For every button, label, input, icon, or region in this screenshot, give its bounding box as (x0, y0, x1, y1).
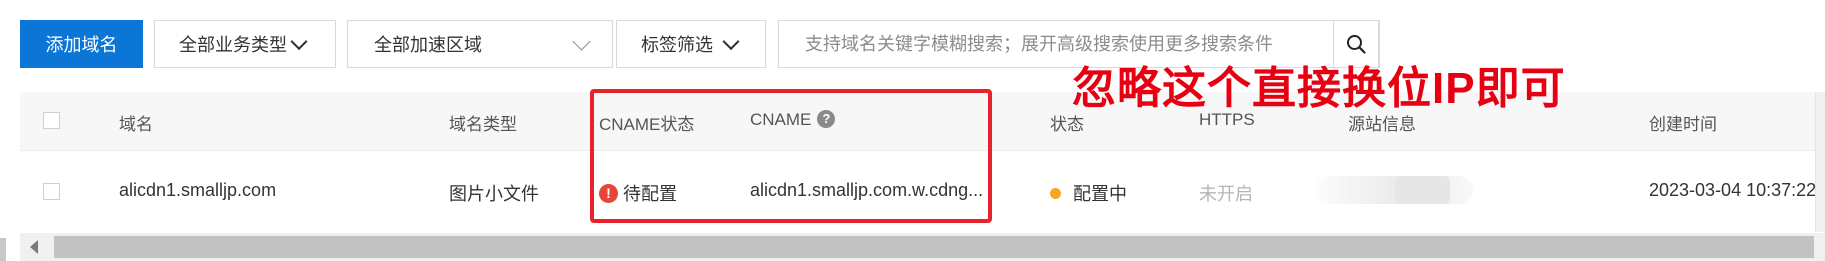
horizontal-scrollbar[interactable] (20, 233, 1825, 261)
created-time-cell: 2023-03-04 10:37:22 (1649, 180, 1817, 200)
status-text: 配置中 (1073, 184, 1127, 204)
add-domain-button[interactable]: 添加域名 (20, 20, 143, 68)
chevron-down-icon (290, 33, 308, 51)
region-select-label: 全部加速区域 (374, 35, 482, 55)
domain-cell[interactable]: alicdn1.smalljp.com (119, 180, 276, 201)
status-dot-icon (1050, 187, 1061, 199)
row-checkbox[interactable] (43, 183, 60, 200)
business-type-select[interactable]: 全部业务类型 (154, 20, 336, 68)
origin-info-redacted (1315, 176, 1473, 204)
tag-filter-label: 标签筛选 (641, 35, 713, 55)
search-icon (1347, 35, 1366, 54)
business-type-select-label: 全部业务类型 (179, 35, 287, 55)
scroll-left-icon[interactable] (20, 233, 48, 261)
highlight-box (590, 89, 992, 223)
https-cell: 未开启 (1199, 184, 1253, 204)
tag-filter-select[interactable]: 标签筛选 (616, 20, 766, 68)
vertical-scrollbar[interactable] (1815, 92, 1825, 232)
column-header-domain-type: 域名类型 (449, 115, 517, 134)
domain-type-cell: 图片小文件 (449, 184, 539, 204)
status-cell: 配置中 (1050, 180, 1127, 206)
region-select[interactable]: 全部加速区域 (347, 20, 613, 68)
select-all-checkbox[interactable] (43, 112, 60, 129)
column-header-domain: 域名 (119, 115, 153, 134)
column-header-created-time: 创建时间 (1649, 115, 1717, 134)
scrollbar-thumb[interactable] (54, 236, 1814, 258)
chevron-down-icon (722, 33, 740, 51)
annotation-text: 忽略这个直接换位IP即可 (1072, 64, 1566, 113)
chevron-down-icon (572, 32, 591, 51)
left-edge-scroll (0, 238, 6, 261)
